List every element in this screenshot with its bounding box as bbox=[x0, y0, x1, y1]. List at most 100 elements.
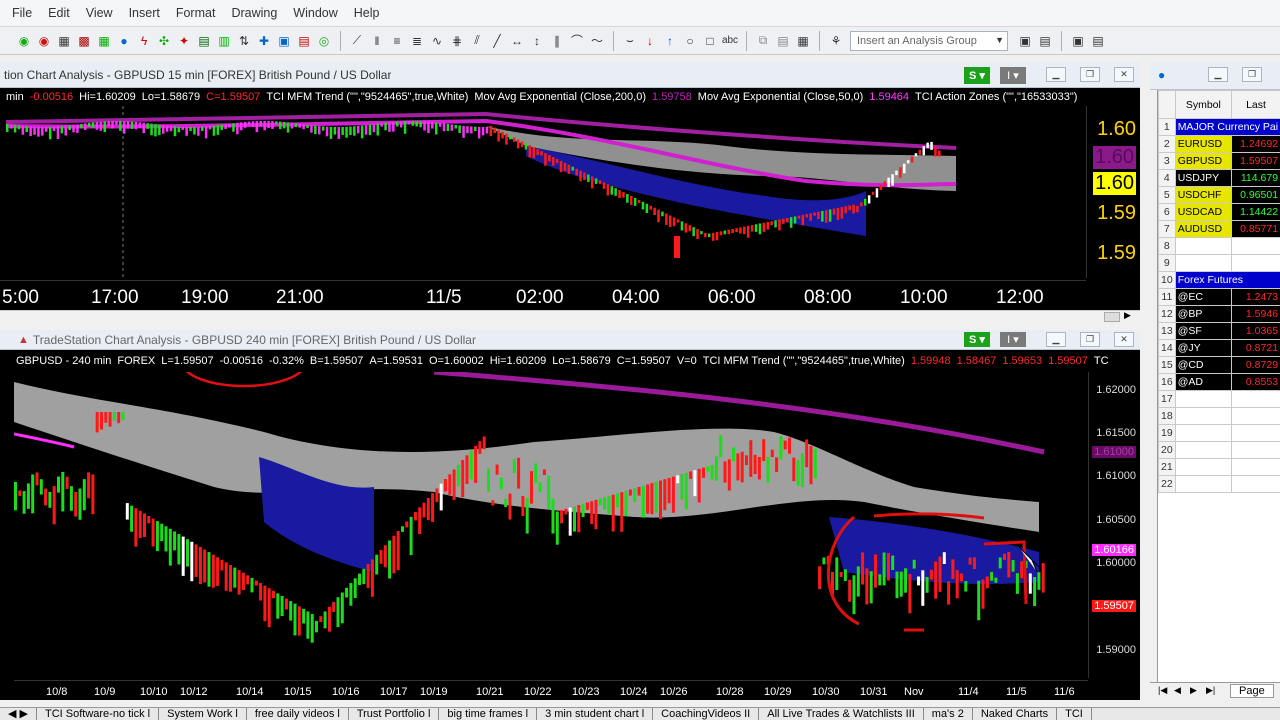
horizontal-lines-icon[interactable]: ≡ bbox=[388, 32, 406, 50]
radar-icon[interactable]: ▩ bbox=[75, 32, 93, 50]
chart-window-icon[interactable]: ▦ bbox=[55, 32, 73, 50]
watchlist-row[interactable]: 18 bbox=[1158, 407, 1280, 425]
column-header-last[interactable]: Last bbox=[1230, 90, 1280, 119]
workspace-tab[interactable]: TCI Software-no tick l bbox=[37, 708, 160, 720]
curve-icon[interactable]: ⌣ bbox=[621, 32, 639, 50]
trade-bar-icon[interactable]: ⇅ bbox=[235, 32, 253, 50]
news-icon[interactable]: ▣ bbox=[275, 32, 293, 50]
indicator-button[interactable]: I ▾ bbox=[1000, 332, 1026, 347]
symbol-cell[interactable]: USDCAD bbox=[1174, 203, 1233, 221]
gann-icon[interactable]: ⋕ bbox=[448, 32, 466, 50]
watchlist-row[interactable]: 11 @EC 1.2473 bbox=[1158, 288, 1280, 306]
minimize-button[interactable]: ▁ bbox=[1046, 332, 1066, 347]
watchlist-row[interactable]: 9 bbox=[1158, 254, 1280, 272]
restore-button[interactable]: ❐ bbox=[1080, 332, 1100, 347]
save-group-icon[interactable]: ▣ bbox=[1016, 32, 1034, 50]
workspace-tab[interactable]: CoachingVideos II bbox=[653, 708, 760, 720]
symbol-cell[interactable]: Forex Futures bbox=[1174, 271, 1280, 289]
restore-button[interactable]: ❐ bbox=[1242, 67, 1262, 82]
matrix-icon[interactable]: ▤ bbox=[195, 32, 213, 50]
watchlist-row[interactable]: 1 MAJOR Currency Pai bbox=[1158, 118, 1280, 136]
indicator-button[interactable]: I ▾ bbox=[1000, 67, 1026, 84]
symbol-cell[interactable] bbox=[1174, 441, 1233, 459]
portfolio-icon[interactable]: ▥ bbox=[215, 32, 233, 50]
paste-icon[interactable]: ▤ bbox=[774, 32, 792, 50]
price-chart-240min[interactable] bbox=[14, 372, 1088, 678]
workspace-icon[interactable]: ▣ bbox=[1069, 32, 1087, 50]
symbol-cell[interactable]: @JY bbox=[1174, 339, 1233, 357]
ellipse-icon[interactable]: ○ bbox=[681, 32, 699, 50]
close-button[interactable]: ✕ bbox=[1114, 332, 1134, 347]
symbol-cell[interactable] bbox=[1174, 407, 1233, 425]
scroll-right-icon[interactable]: ▶ bbox=[1124, 310, 1131, 321]
analysis-group-icon[interactable]: ⚘ bbox=[827, 32, 845, 50]
parallel-lines-icon[interactable]: ∥ bbox=[548, 32, 566, 50]
strategy-icon[interactable]: ✦ bbox=[175, 32, 193, 50]
options-icon[interactable]: ✚ bbox=[255, 32, 273, 50]
watchlist-row[interactable]: 15 @CD 0.8729 bbox=[1158, 356, 1280, 374]
pdf-icon[interactable]: ▤ bbox=[295, 32, 313, 50]
grid-icon[interactable]: ▦ bbox=[95, 32, 113, 50]
fibonacci-icon[interactable]: ≣ bbox=[408, 32, 426, 50]
column-header-symbol[interactable]: Symbol bbox=[1174, 90, 1233, 119]
print-icon[interactable]: ▤ bbox=[1089, 32, 1107, 50]
page-tab[interactable]: Page bbox=[1230, 684, 1274, 698]
red-circle-icon[interactable]: ◉ bbox=[35, 32, 53, 50]
minimize-button[interactable]: ▁ bbox=[1046, 67, 1066, 82]
trendline-icon[interactable]: ╱ bbox=[488, 32, 506, 50]
next-page-icon[interactable]: ▶ bbox=[1190, 685, 1197, 696]
watchlist-row[interactable]: 7 AUDUSD 0.85771 bbox=[1158, 220, 1280, 238]
watchlist-row[interactable]: 12 @BP 1.5946 bbox=[1158, 305, 1280, 323]
menu-drawing[interactable]: Drawing bbox=[223, 6, 285, 20]
watchlist-row[interactable]: 17 bbox=[1158, 390, 1280, 408]
symbol-cell[interactable] bbox=[1174, 237, 1233, 255]
workspace-tab[interactable]: free daily videos l bbox=[247, 708, 349, 720]
first-page-icon[interactable]: |◀ bbox=[1158, 685, 1167, 696]
scanner-icon[interactable]: ✣ bbox=[155, 32, 173, 50]
watchlist-row[interactable]: 19 bbox=[1158, 424, 1280, 442]
symbol-cell[interactable]: MAJOR Currency Pai bbox=[1174, 118, 1280, 136]
format-group-icon[interactable]: ▤ bbox=[1036, 32, 1054, 50]
menu-view[interactable]: View bbox=[78, 6, 121, 20]
watchlist-row[interactable]: 3 GBPUSD 1.59507 bbox=[1158, 152, 1280, 170]
down-arrow-icon[interactable]: ↓ bbox=[641, 32, 659, 50]
watchlist-row[interactable]: 2 EURUSD 1.24692 bbox=[1158, 135, 1280, 153]
menu-file[interactable]: File bbox=[4, 6, 40, 20]
workspace-tab[interactable]: All Live Trades & Watchlists III bbox=[759, 708, 924, 720]
copy-icon[interactable]: ⧉ bbox=[754, 32, 772, 50]
vertical-arrow-icon[interactable]: ↕ bbox=[528, 32, 546, 50]
minimize-button[interactable]: ▁ bbox=[1208, 67, 1228, 82]
text-tool-icon[interactable]: abc bbox=[721, 32, 739, 50]
symbol-cell[interactable]: USDCHF bbox=[1174, 186, 1233, 204]
pointer-tool-icon[interactable]: ⟋ bbox=[348, 32, 366, 50]
watchlist-row[interactable]: 6 USDCAD 1.14422 bbox=[1158, 203, 1280, 221]
watchlist-row[interactable]: 13 @SF 1.0365 bbox=[1158, 322, 1280, 340]
scroll-thumb[interactable] bbox=[1104, 312, 1120, 322]
watchlist-row[interactable]: 8 bbox=[1158, 237, 1280, 255]
watchlist-row[interactable]: 21 bbox=[1158, 458, 1280, 476]
strategy-button[interactable]: S ▾ bbox=[964, 332, 990, 347]
tab-scroll-icon[interactable]: ◀ ▶ bbox=[0, 708, 37, 720]
symbol-cell[interactable] bbox=[1174, 475, 1233, 493]
workspace-tab[interactable]: big time frames l bbox=[439, 708, 538, 720]
symbol-cell[interactable]: @CD bbox=[1174, 356, 1233, 374]
table-icon[interactable]: ▦ bbox=[794, 32, 812, 50]
close-button[interactable]: ✕ bbox=[1114, 67, 1134, 82]
menu-insert[interactable]: Insert bbox=[121, 6, 168, 20]
wave-line-icon[interactable]: 〜 bbox=[588, 32, 606, 50]
prev-page-icon[interactable]: ◀ bbox=[1174, 685, 1181, 696]
symbol-cell[interactable] bbox=[1174, 458, 1233, 476]
vertical-bars-icon[interactable]: ‖ bbox=[368, 32, 386, 50]
horizontal-scrollbar[interactable]: ▶ bbox=[0, 310, 1140, 322]
watchlist-row[interactable]: 10 Forex Futures bbox=[1158, 271, 1280, 289]
price-chart-15min[interactable] bbox=[6, 106, 1086, 296]
symbol-cell[interactable] bbox=[1174, 424, 1233, 442]
rectangle-icon[interactable]: □ bbox=[701, 32, 719, 50]
symbol-cell[interactable]: AUDUSD bbox=[1174, 220, 1233, 238]
wave-icon[interactable]: ∿ bbox=[428, 32, 446, 50]
workspace-tab[interactable]: Naked Charts bbox=[973, 708, 1058, 720]
symbol-cell[interactable] bbox=[1174, 390, 1233, 408]
menu-help[interactable]: Help bbox=[346, 6, 388, 20]
workspace-tab[interactable]: ma's 2 bbox=[924, 708, 973, 720]
watchlist-row[interactable]: 5 USDCHF 0.96501 bbox=[1158, 186, 1280, 204]
